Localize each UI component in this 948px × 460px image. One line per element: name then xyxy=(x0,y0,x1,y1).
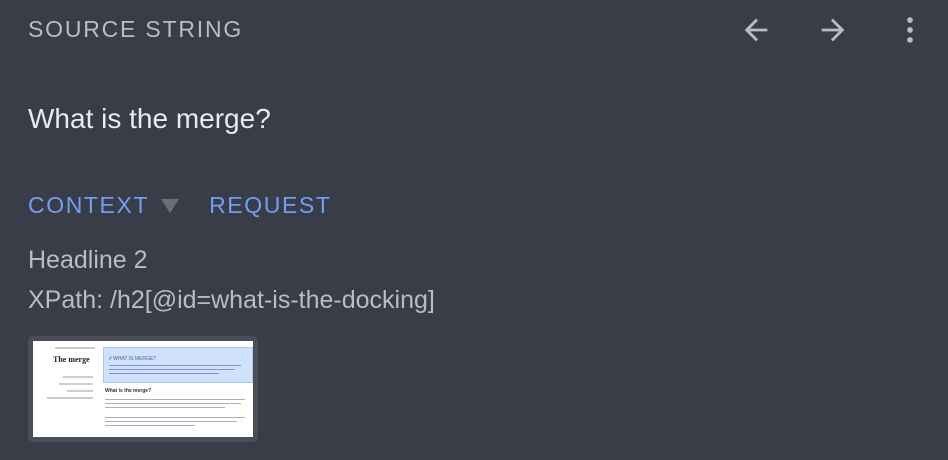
context-tabs: CONTEXT REQUEST xyxy=(28,192,331,219)
caret-down-icon xyxy=(161,198,180,213)
tab-request[interactable]: REQUEST xyxy=(209,192,331,219)
thumb-text-line xyxy=(105,417,245,418)
more-vertical-icon xyxy=(907,17,913,43)
arrow-left-icon xyxy=(744,18,768,42)
screenshot-image: The merge # WHAT IS MERGE? What is the m… xyxy=(33,341,253,437)
context-screenshot-thumbnail[interactable]: The merge # WHAT IS MERGE? What is the m… xyxy=(28,336,258,442)
thumb-sidebar-line xyxy=(47,397,93,399)
back-button[interactable] xyxy=(736,10,776,50)
thumb-sidebar: The merge xyxy=(33,341,101,437)
thumb-text-line xyxy=(109,373,219,374)
thumb-sidebar-line xyxy=(59,383,93,385)
arrow-right-icon xyxy=(821,18,845,42)
navigation-toolbar xyxy=(736,10,930,50)
thumb-text-line xyxy=(109,365,241,366)
thumb-page-title: The merge xyxy=(53,355,90,364)
more-options-button[interactable] xyxy=(890,10,930,50)
thumb-sidebar-line xyxy=(55,347,95,349)
context-dropdown-toggle[interactable] xyxy=(161,198,180,213)
thumb-text-line xyxy=(105,425,195,426)
context-xpath: XPath: /h2[@id=what-is-the-docking] xyxy=(28,286,435,314)
panel-title: SOURCE STRING xyxy=(28,16,244,42)
thumb-text-line xyxy=(109,369,235,370)
thumb-sidebar-line xyxy=(67,390,93,392)
thumb-text-line xyxy=(105,421,237,422)
context-element-type: Headline 2 xyxy=(28,246,148,274)
source-string-panel: SOURCE STRING What is the merge? CONTEXT xyxy=(0,0,948,460)
thumb-text-line xyxy=(105,399,245,400)
thumb-text-line xyxy=(105,403,241,404)
source-string-text: What is the merge? xyxy=(28,103,271,134)
thumb-sidebar-line xyxy=(63,376,93,378)
thumb-highlight-title: # WHAT IS MERGE? xyxy=(109,356,157,362)
forward-button[interactable] xyxy=(813,10,853,50)
thumb-section-heading: What is the merge? xyxy=(105,388,152,394)
thumb-text-line xyxy=(105,407,225,408)
tab-context[interactable]: CONTEXT xyxy=(28,192,149,219)
